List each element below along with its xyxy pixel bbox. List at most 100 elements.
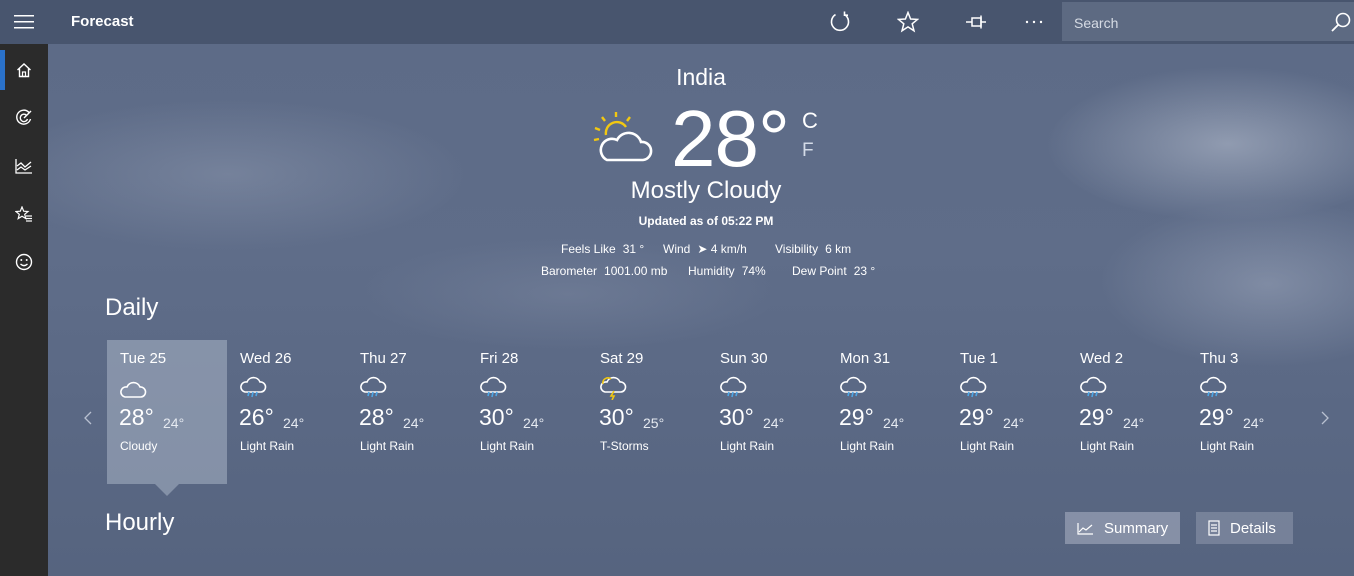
more-options-button[interactable]: [1016, 6, 1052, 38]
day-card[interactable]: Wed 26 26° 24° Light Rain: [227, 340, 347, 484]
feels-like: Feels Like 31 °: [561, 242, 644, 256]
updated-time: Updated as of 05:22 PM: [638, 214, 774, 228]
dew-point: Dew Point 23 °: [792, 264, 875, 278]
day-condition: Light Rain: [840, 439, 895, 453]
day-name: Thu 27: [360, 350, 407, 367]
sidebar-item-feedback[interactable]: [0, 238, 48, 286]
day-name: Mon 31: [840, 350, 891, 367]
day-low-temp: 24°: [763, 415, 785, 431]
day-card[interactable]: Sat 29 30° 25° T-Storms: [587, 340, 707, 484]
day-name: Sat 29: [600, 350, 644, 367]
pin-icon: [966, 15, 986, 29]
wind: Wind ➤ 4 km/h: [663, 242, 747, 256]
day-card[interactable]: Tue 1 29° 24° Light Rain: [947, 340, 1067, 484]
wind-value: ➤ 4 km/h: [697, 242, 747, 256]
barometer-value: 1001.00 mb: [604, 264, 668, 278]
day-card[interactable]: Tue 25 28° 24° Cloudy: [107, 340, 227, 496]
favorite-button[interactable]: [890, 6, 926, 38]
day-high-temp: 26°: [239, 404, 274, 430]
favorites-list-icon: [15, 206, 32, 222]
day-name: Sun 30: [720, 350, 768, 367]
daily-section-title: Daily: [105, 294, 159, 321]
wind-label: Wind: [663, 242, 691, 256]
day-name: Wed 2: [1080, 350, 1124, 367]
day-card[interactable]: Fri 28 30° 24° Light Rain: [467, 340, 587, 484]
scroll-right-arrow[interactable]: [1317, 404, 1333, 432]
more-options-icon: [1025, 20, 1043, 24]
rain-icon: [960, 376, 987, 398]
refresh-button[interactable]: [822, 6, 858, 38]
thunderstorm-icon: [600, 376, 627, 400]
smiley-icon: [15, 253, 33, 271]
day-condition: Light Rain: [360, 439, 415, 453]
day-name: Tue 1: [960, 350, 998, 367]
home-icon: [17, 63, 31, 78]
sidebar-item-historical[interactable]: [0, 142, 48, 190]
chevron-left-icon: [84, 411, 92, 425]
sidebar: [0, 44, 48, 576]
day-card[interactable]: Sun 30 30° 24° Light Rain: [707, 340, 827, 484]
current-condition: Mostly Cloudy: [630, 177, 782, 204]
dew-point-label: Dew Point: [792, 264, 847, 278]
day-name: Thu 3: [1200, 350, 1239, 367]
search-input[interactable]: [1062, 2, 1326, 43]
favorite-star-icon: [897, 11, 919, 33]
details-button[interactable]: Details: [1196, 512, 1293, 544]
rain-icon: [480, 376, 507, 398]
day-name: Wed 26: [240, 350, 292, 367]
rain-icon: [360, 376, 387, 398]
fahrenheit-toggle[interactable]: F: [802, 140, 814, 162]
day-low-temp: 24°: [523, 415, 545, 431]
day-name: Tue 25: [120, 350, 167, 367]
day-card[interactable]: Thu 3 29° 24° Light Rain: [1187, 340, 1307, 484]
day-low-temp: 24°: [883, 415, 905, 431]
day-high-temp: 30°: [719, 404, 754, 430]
day-condition: Light Rain: [480, 439, 535, 453]
document-details-icon: [1208, 520, 1220, 536]
details-label: Details: [1230, 519, 1276, 537]
hourly-section-title: Hourly: [105, 509, 175, 536]
day-condition: Light Rain: [720, 439, 775, 453]
day-condition: T-Storms: [600, 439, 649, 453]
sidebar-item-home[interactable]: [0, 46, 48, 94]
cloud-icon: [120, 381, 147, 398]
sidebar-item-maps[interactable]: [0, 94, 48, 142]
rain-icon: [840, 376, 867, 398]
title-bar: Forecast: [0, 0, 1354, 44]
day-card[interactable]: Thu 27 28° 24° Light Rain: [347, 340, 467, 484]
day-high-temp: 28°: [359, 404, 394, 430]
day-low-temp: 24°: [1243, 415, 1265, 431]
day-low-temp: 24°: [283, 415, 305, 431]
summary-button[interactable]: Summary: [1065, 512, 1180, 544]
day-card[interactable]: Mon 31 29° 24° Light Rain: [827, 340, 947, 484]
day-card[interactable]: Wed 2 29° 24° Light Rain: [1067, 340, 1187, 484]
location-name: India: [676, 64, 726, 90]
visibility-label: Visibility: [775, 242, 819, 256]
search-icon[interactable]: [1330, 11, 1352, 33]
pin-button[interactable]: [958, 6, 994, 38]
day-condition: Light Rain: [1080, 439, 1135, 453]
scroll-left-arrow[interactable]: [80, 404, 96, 432]
visibility: Visibility 6 km: [775, 242, 851, 256]
partly-cloudy-sun-icon: [593, 112, 653, 162]
rain-icon: [240, 376, 267, 398]
feels-like-label: Feels Like: [561, 242, 616, 256]
day-name: Fri 28: [480, 350, 519, 367]
day-low-temp: 24°: [1123, 415, 1145, 431]
barometer: Barometer 1001.00 mb: [541, 264, 667, 278]
radar-icon: [16, 109, 32, 125]
sidebar-item-places[interactable]: [0, 190, 48, 238]
search-box: [1062, 2, 1354, 43]
dew-point-value: 23 °: [853, 264, 876, 278]
hamburger-menu-icon: [14, 15, 34, 29]
day-high-temp: 29°: [1199, 404, 1234, 430]
celsius-toggle[interactable]: C: [802, 108, 818, 134]
rain-icon: [1200, 376, 1227, 398]
chevron-right-icon: [1321, 411, 1329, 425]
summary-label: Summary: [1104, 519, 1169, 537]
day-low-temp: 25°: [643, 415, 665, 431]
feels-like-value: 31 °: [622, 242, 645, 256]
day-condition: Cloudy: [120, 439, 158, 453]
day-condition: Light Rain: [1200, 439, 1255, 453]
hamburger-menu-button[interactable]: [0, 0, 48, 44]
